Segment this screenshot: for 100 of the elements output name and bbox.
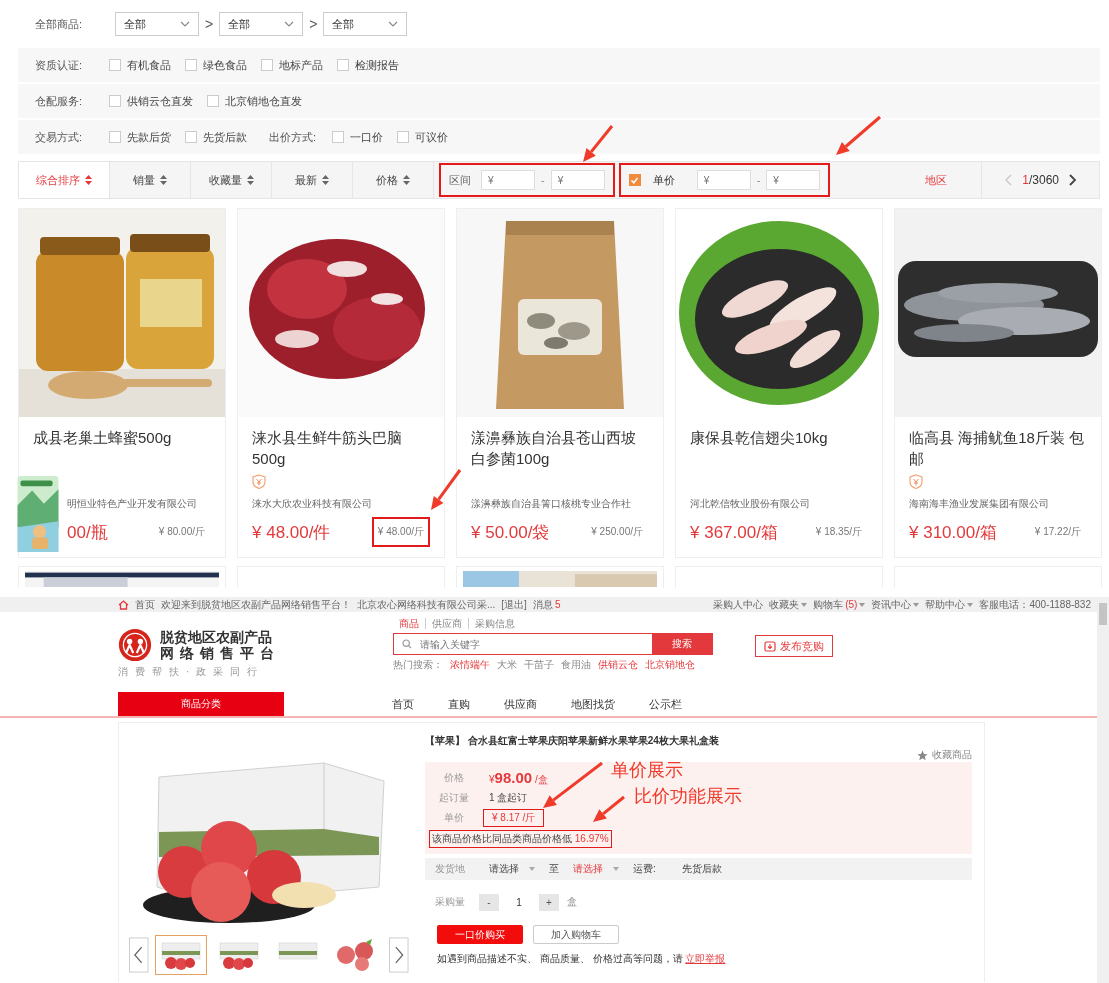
checkbox[interactable]	[628, 174, 641, 186]
filter-option[interactable]: 地标产品	[261, 57, 323, 73]
previous-image-icon[interactable]	[129, 937, 149, 973]
hot-search-link[interactable]: 北京销地仓	[645, 658, 695, 672]
search-button[interactable]: 搜索	[652, 634, 712, 654]
filter-option[interactable]: 检测报告	[337, 57, 399, 73]
thumbnail[interactable]	[154, 935, 208, 975]
filter-label: 资质认证:	[35, 57, 84, 73]
max-unit-price-field[interactable]: ¥	[766, 170, 821, 190]
shield-icon	[252, 473, 266, 489]
filter-option[interactable]: 先款后货	[109, 129, 171, 145]
origin-select[interactable]: 请选择	[489, 862, 535, 876]
checkbox[interactable]	[397, 131, 410, 143]
product-price: ¥ 50.00/袋	[471, 521, 550, 544]
buy-button[interactable]: 一口价购买	[437, 925, 523, 944]
annotation-arrow	[836, 115, 881, 155]
product-card[interactable]: 成县老巢土蜂蜜500g 明恒业特色产业开发有限公司 00/瓶 ¥ 80.00/斤	[18, 208, 226, 558]
account-name[interactable]: 北京农心网络科技有限公司采...	[357, 597, 496, 612]
hot-search-link[interactable]: 大米	[497, 658, 517, 672]
filter-option[interactable]: 可议价	[397, 129, 449, 145]
product-title[interactable]: 漾濞彝族自治县苍山西坡白参菌100g	[471, 427, 649, 469]
nav-link[interactable]: 首页	[392, 696, 414, 712]
previous-page-icon[interactable]	[1004, 174, 1013, 186]
product-card[interactable]: 涞水县生鲜牛筋头巴脑500g 涞水大欣农业科技有限公司 ¥ 48.00/件 ¥ 48.00/斤	[237, 208, 445, 558]
product-card[interactable]: 康保县乾信翅尖10kg 河北乾信牧业股份有限公司 ¥ 367.00/箱 ¥ 18.35/斤	[675, 208, 883, 558]
product-card[interactable]: 漾濞彝族自治县苍山西坡白参菌100g 漾濞彝族自治县箐口核桃专业合作社 ¥ 50.00/袋 ¥ 250.00/斤	[456, 208, 664, 558]
checkbox[interactable]	[109, 95, 121, 107]
checkbox[interactable]	[332, 131, 345, 143]
shipping-fee-value: 先货后款	[681, 862, 722, 876]
messages-link[interactable]: 消息 5	[532, 597, 561, 612]
top-menu-link[interactable]: 资讯中心	[871, 597, 920, 612]
max-price-field[interactable]: ¥	[550, 170, 605, 190]
publish-button[interactable]: 发布竞购	[755, 635, 833, 657]
product-price: ¥ 367.00/箱	[690, 521, 778, 544]
shipping-fee-label: 运费:	[633, 862, 656, 876]
category-select[interactable]: 全部	[219, 12, 304, 36]
destination-select[interactable]: 请选择	[573, 862, 619, 876]
home-link[interactable]: 首页	[135, 597, 155, 612]
filter-option[interactable]: 一口价	[332, 129, 384, 145]
search-tab[interactable]: 采购信息	[468, 618, 521, 629]
sort-icon	[85, 175, 92, 185]
category-select[interactable]: 全部	[323, 12, 408, 36]
product-title[interactable]: 成县老巢土蜂蜜500g	[33, 427, 211, 469]
filter-option[interactable]: 供销云仓直发	[109, 93, 193, 109]
min-unit-price-field[interactable]: ¥	[696, 170, 751, 190]
hot-search-link[interactable]: 干苗子	[524, 658, 554, 672]
home-icon[interactable]	[118, 599, 129, 610]
checkbox[interactable]	[185, 59, 197, 71]
sort-tab[interactable]: 综合排序	[19, 162, 110, 198]
checkbox[interactable]	[185, 131, 197, 143]
nav-link[interactable]: 供应商	[504, 696, 537, 712]
range-separator: -	[756, 174, 761, 186]
unit-price: ¥ 48.00/斤	[371, 517, 430, 547]
top-menu-link[interactable]: 收藏夹	[769, 597, 808, 612]
checkbox[interactable]	[109, 59, 121, 71]
next-page-icon[interactable]	[1069, 174, 1077, 186]
unit-price: ¥ 17.22/斤	[1033, 525, 1082, 539]
logo-title: 脱贫地区农副产品	[160, 629, 273, 645]
search-tab[interactable]: 供应商	[425, 618, 468, 629]
hot-search-link[interactable]: 浓情端午	[450, 658, 490, 672]
product-title[interactable]: 临高县 海捕鱿鱼18斤装 包邮	[909, 427, 1087, 469]
increase-button[interactable]: +	[539, 893, 559, 911]
product-card[interactable]	[18, 566, 226, 588]
supplier-name: 明恒业特色产业开发有限公司	[67, 497, 198, 511]
checkbox[interactable]	[207, 95, 219, 107]
nav-link[interactable]: 地图找货	[571, 696, 615, 712]
top-menu-link[interactable]: 帮助中心	[925, 597, 974, 612]
scroll-bar[interactable]	[1097, 597, 1109, 983]
checkbox[interactable]	[109, 131, 121, 143]
annotation-text: 单价展示	[611, 759, 683, 782]
favorite-button[interactable]: 收藏商品	[917, 748, 972, 762]
top-menu-link[interactable]: 采购人中心	[713, 597, 764, 612]
region-filter[interactable]: 地区	[925, 172, 948, 188]
filter-label: 出价方式:	[269, 129, 317, 145]
next-image-icon[interactable]	[389, 937, 409, 973]
product-title[interactable]: 涞水县生鲜牛筋头巴脑500g	[252, 427, 430, 469]
filter-option[interactable]: 先货后款	[185, 129, 247, 145]
filter-option[interactable]: 绿色食品	[185, 57, 247, 73]
search-field[interactable]: 请输入关键字 搜索	[393, 633, 713, 655]
search-tab[interactable]: 商品	[393, 618, 425, 629]
filter-label: 仓配服务:	[35, 93, 84, 109]
add-to-cart-button[interactable]: 加入购物车	[533, 925, 619, 944]
logout-link[interactable]: [退出]	[501, 597, 527, 612]
nav-link[interactable]: 直购	[448, 696, 470, 712]
decrease-button[interactable]: -	[479, 893, 499, 911]
product-title[interactable]: 康保县乾信翅尖10kg	[690, 427, 868, 469]
logo-slogan: 消费帮扶·政采同行	[118, 665, 266, 679]
checkbox[interactable]	[261, 59, 273, 71]
product-card[interactable]: 临高县 海捕鱿鱼18斤装 包邮 海南海丰渔业发展集团有限公司 ¥ 310.00/箱 ¥ 17.22/斤	[894, 208, 1102, 558]
top-menu-link[interactable]: 购物车 (5)	[813, 597, 866, 612]
filter-option[interactable]: 有机食品	[109, 57, 171, 73]
category-menu[interactable]: 商品分类	[118, 692, 284, 716]
min-price-field[interactable]: ¥	[481, 170, 535, 190]
category-select[interactable]: 全部	[115, 12, 199, 36]
checkbox[interactable]	[337, 59, 349, 71]
nav-link[interactable]: 公示栏	[649, 696, 682, 712]
filter-option[interactable]: 北京销地仓直发	[207, 93, 302, 109]
report-link[interactable]: 立即举报	[685, 953, 726, 964]
hot-search-link[interactable]: 供销云仓	[598, 658, 638, 672]
hot-search-link[interactable]: 食用油	[561, 658, 591, 672]
